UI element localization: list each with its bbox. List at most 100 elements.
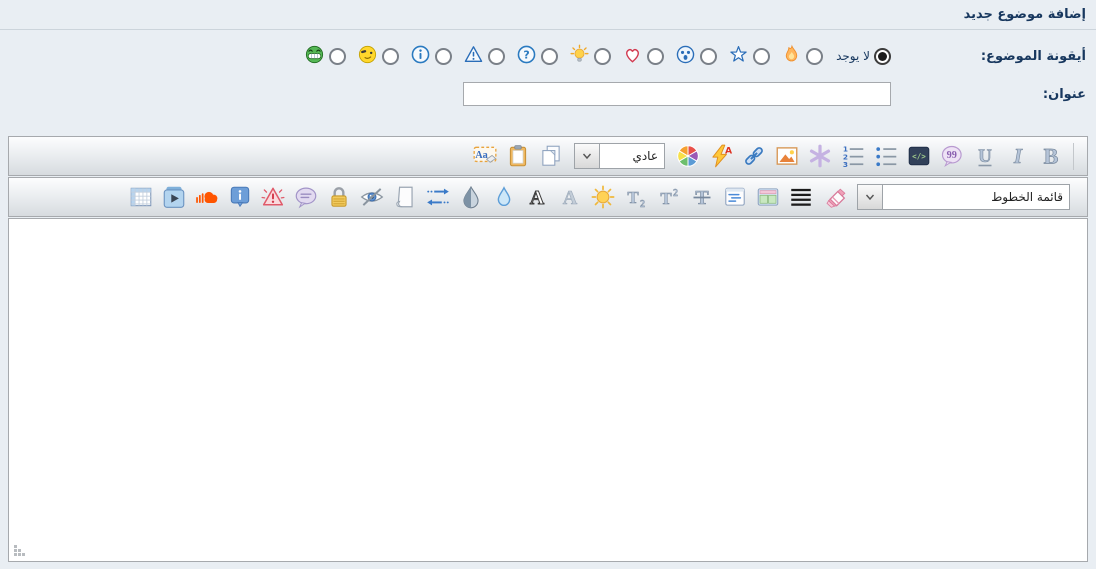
question-mark-icon: ? — [516, 44, 537, 69]
grin-smiley-icon — [304, 44, 325, 69]
size-dropdown[interactable]: عادي — [574, 143, 665, 169]
svg-text:2: 2 — [673, 188, 678, 199]
icon-option-star[interactable] — [728, 44, 770, 69]
radio-none[interactable] — [874, 48, 891, 65]
paragraph-settings-button[interactable] — [721, 183, 749, 211]
copy-button[interactable] — [537, 142, 565, 170]
svg-text:?: ? — [523, 48, 529, 61]
radio-grin[interactable] — [329, 48, 346, 65]
none-option-label: لا يوجد — [836, 49, 870, 63]
speech-bubble-button[interactable] — [292, 183, 320, 211]
hide-content-button[interactable] — [358, 183, 386, 211]
link-button[interactable] — [740, 142, 768, 170]
toolbar-separator — [1073, 143, 1074, 170]
title-row: عنوان: — [0, 76, 1096, 112]
radio-question[interactable] — [541, 48, 558, 65]
lock-button[interactable] — [325, 183, 353, 211]
paste-button[interactable] — [504, 142, 532, 170]
heart-icon — [622, 44, 643, 69]
lightbulb-icon — [569, 44, 590, 69]
fire-icon — [781, 44, 802, 69]
icon-option-heart[interactable] — [622, 44, 664, 69]
radio-lightbulb[interactable] — [594, 48, 611, 65]
chevron-down-icon[interactable] — [858, 185, 883, 209]
soundcloud-button[interactable] — [193, 183, 221, 211]
radio-shocked[interactable] — [700, 48, 717, 65]
svg-text:A: A — [725, 145, 733, 156]
svg-text:A: A — [563, 187, 578, 209]
radio-star[interactable] — [753, 48, 770, 65]
svg-text:T: T — [660, 189, 672, 208]
strikethrough-button[interactable]: T — [688, 183, 716, 211]
text-color-button[interactable] — [490, 183, 518, 211]
svg-text:B: B — [1044, 144, 1059, 169]
message-editor-box — [8, 218, 1088, 562]
radio-wink[interactable] — [382, 48, 399, 65]
shocked-smiley-icon — [675, 44, 696, 69]
topic-icon-options: لا يوجد — [304, 44, 891, 69]
quick-format-button[interactable]: A — [707, 142, 735, 170]
justify-button[interactable] — [787, 183, 815, 211]
bold-button[interactable]: B — [1037, 142, 1065, 170]
info-tooltip-button[interactable] — [226, 183, 254, 211]
warning-triangle-icon — [463, 44, 484, 69]
font-dropdown-value[interactable]: قائمة الخطوط — [883, 185, 1069, 209]
highlighter-button[interactable] — [820, 183, 848, 211]
outline-text-button[interactable]: A — [523, 183, 551, 211]
page-button[interactable] — [391, 183, 419, 211]
code-block-button[interactable]: </> — [905, 142, 933, 170]
icon-option-shocked[interactable] — [675, 44, 717, 69]
subscript-button[interactable]: T2 — [622, 183, 650, 211]
glow-text-button[interactable]: A — [556, 183, 584, 211]
topic-icon-label: أيقونة الموضوع: — [891, 49, 1096, 64]
underline-button[interactable]: U — [971, 142, 999, 170]
icon-option-warning[interactable] — [463, 44, 505, 69]
svg-text:A: A — [530, 187, 545, 209]
toolbar-row-2: A A T2 T2 T قائمة الخطوط — [8, 177, 1088, 217]
page-header: إضافة موضوع جديد — [0, 0, 1096, 30]
superscript-button[interactable]: T2 — [655, 183, 683, 211]
radio-fire[interactable] — [806, 48, 823, 65]
shadow-button[interactable] — [457, 183, 485, 211]
unordered-list-button[interactable] — [872, 142, 900, 170]
sun-glow-button[interactable] — [589, 183, 617, 211]
radio-info[interactable] — [435, 48, 452, 65]
icon-option-lightbulb[interactable] — [569, 44, 611, 69]
size-dropdown-value[interactable]: عادي — [600, 144, 664, 168]
color-wheel-button[interactable] — [674, 142, 702, 170]
remove-format-button[interactable]: Aa — [471, 142, 499, 170]
radio-heart[interactable] — [647, 48, 664, 65]
layout-table-button[interactable] — [754, 183, 782, 211]
icon-option-wink[interactable] — [357, 44, 399, 69]
asterisk-button[interactable] — [806, 142, 834, 170]
chevron-down-icon[interactable] — [575, 144, 600, 168]
icon-option-question[interactable]: ? — [516, 44, 558, 69]
radio-warning[interactable] — [488, 48, 505, 65]
new-topic-page: { "header": { "title": "إضافة موضوع جديد… — [0, 0, 1096, 569]
svg-text:Aa: Aa — [475, 150, 488, 161]
italic-button[interactable]: I — [1004, 142, 1032, 170]
title-input[interactable] — [463, 82, 891, 106]
icon-option-none[interactable]: لا يوجد — [834, 48, 891, 65]
table-button[interactable] — [127, 183, 155, 211]
font-dropdown[interactable]: قائمة الخطوط — [857, 184, 1070, 210]
topic-icon-row: أيقونة الموضوع: لا يوجد — [0, 36, 1096, 76]
resize-grip[interactable] — [14, 543, 27, 556]
ordered-list-button[interactable]: 123 — [839, 142, 867, 170]
icon-option-grin[interactable] — [304, 44, 346, 69]
image-button[interactable] — [773, 142, 801, 170]
video-button[interactable] — [160, 183, 188, 211]
wysiwyg-editor: Aa عادي A 123 </> 99 U I B — [8, 136, 1088, 562]
info-circle-icon — [410, 44, 431, 69]
wink-smiley-icon — [357, 44, 378, 69]
toolbar-row-1: Aa عادي A 123 </> 99 U I B — [8, 136, 1088, 176]
icon-option-fire[interactable] — [781, 44, 823, 69]
message-editor[interactable] — [9, 219, 1087, 561]
text-direction-button[interactable] — [424, 183, 452, 211]
icon-option-info[interactable] — [410, 44, 452, 69]
svg-text:I: I — [1013, 144, 1023, 168]
svg-text:U: U — [978, 146, 992, 167]
quote-button[interactable]: 99 — [938, 142, 966, 170]
warning-button[interactable] — [259, 183, 287, 211]
page-title: إضافة موضوع جديد — [964, 7, 1086, 22]
